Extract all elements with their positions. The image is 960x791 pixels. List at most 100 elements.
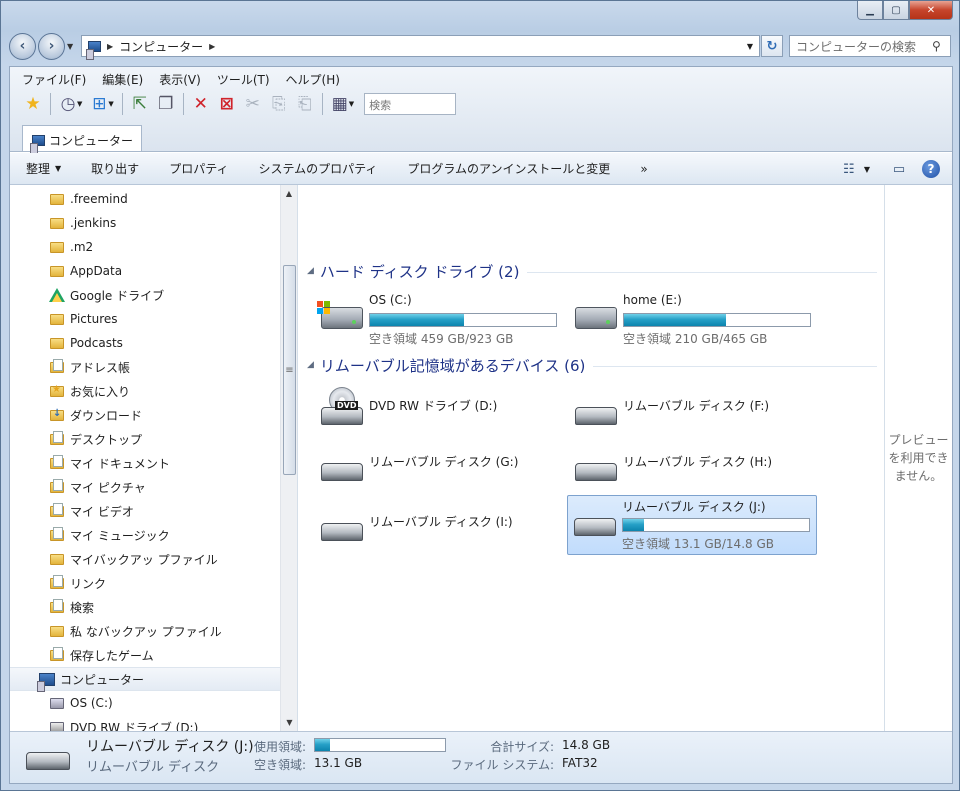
group-header-removable[interactable]: ◢ リムーバブル記憶域があるデバイス (6) (307, 355, 877, 375)
tree-item-label: リンク (70, 576, 107, 591)
minimize-button[interactable]: ▁ (857, 1, 883, 20)
menu-file[interactable]: ファイル(F) (22, 71, 86, 88)
group-header-hard-disks[interactable]: ◢ ハード ディスク ドライブ (2) (307, 261, 877, 281)
preview-pane-button[interactable]: ▭ (886, 157, 912, 181)
nav-scrollbar[interactable]: ▲ ≡ ▼ (280, 185, 297, 731)
menu-edit[interactable]: 編集(E) (102, 71, 143, 88)
drive-g[interactable]: リムーバブル ディスク (G:) (315, 441, 565, 501)
view-mode-dropdown-icon[interactable]: ▼ (349, 100, 354, 108)
videos-folder-icon (48, 502, 66, 519)
pictures-folder-icon (48, 478, 66, 495)
google-drive-icon (48, 287, 66, 303)
back-button[interactable]: ‹ (9, 32, 36, 60)
tree-item-freemind[interactable]: .freemind (48, 187, 297, 211)
delete-button[interactable]: ✕ (188, 91, 214, 117)
tree-item-my-pictures[interactable]: マイ ピクチャ (48, 475, 297, 499)
drive-name: OS (C:) (369, 293, 412, 307)
breadcrumb-arrow-icon[interactable]: ▶ (107, 42, 113, 51)
tree-item-pictures[interactable]: Pictures (48, 307, 297, 331)
organize-button[interactable]: 整理 ▼ (26, 160, 61, 177)
scroll-up-icon[interactable]: ▲ (281, 185, 297, 202)
menu-tools[interactable]: ツール(T) (217, 71, 270, 88)
more-commands-button[interactable]: » (640, 162, 647, 176)
close-button[interactable]: ✕ (909, 1, 953, 20)
tree-item-downloads[interactable]: ダウンロード (48, 403, 297, 427)
tree-item-google-drive[interactable]: Google ドライブ (48, 283, 297, 307)
tree-item-podcasts[interactable]: Podcasts (48, 331, 297, 355)
tree-item-documents[interactable]: マイ ドキュメント (48, 451, 297, 475)
breadcrumb-arrow-icon[interactable]: ▶ (209, 42, 215, 51)
up-level-button[interactable]: ⇱ (127, 91, 153, 117)
scroll-down-icon[interactable]: ▼ (281, 714, 297, 731)
toolbar-search-input[interactable]: 検索 (364, 93, 457, 115)
maximize-button[interactable]: ▢ (883, 1, 909, 20)
collapse-triangle-icon[interactable]: ◢ (307, 360, 314, 370)
tree-item-jenkins[interactable]: .jenkins (48, 211, 297, 235)
address-dropdown-icon[interactable]: ▼ (741, 42, 759, 51)
refresh-button[interactable]: ↻ (761, 35, 783, 57)
drive-d[interactable]: DVD DVD RW ドライブ (D:) (315, 385, 565, 445)
system-properties-button[interactable]: システムのプロパティ (258, 160, 377, 177)
forward-button[interactable]: › (38, 32, 65, 60)
menu-help[interactable]: ヘルプ(H) (286, 71, 340, 88)
tree-item-desktop[interactable]: デスクトップ (48, 427, 297, 451)
tree-item-computer[interactable]: コンピューター (10, 667, 280, 692)
breadcrumb-computer[interactable]: コンピューター (119, 38, 203, 55)
copy-button[interactable]: ⎘ (266, 91, 292, 117)
search-input[interactable]: コンピューターの検索 ⚲ (789, 35, 951, 57)
toolbar-separator (121, 93, 123, 115)
tree-item-dvd-d[interactable]: DVD RW ドライブ (D:) (48, 715, 297, 731)
tree-item-contacts[interactable]: アドレス帳 (48, 355, 297, 379)
uninstall-programs-button[interactable]: プログラムのアンインストールと変更 (407, 160, 610, 177)
paste-button[interactable]: ⎗ (292, 91, 318, 117)
windows-dropdown-icon[interactable]: ▼ (108, 100, 113, 108)
drive-f[interactable]: リムーバブル ディスク (F:) (569, 385, 819, 445)
tree-item-saved-games[interactable]: 保存したゲーム (48, 643, 297, 667)
tree-item-my-videos[interactable]: マイ ビデオ (48, 499, 297, 523)
properties-button[interactable]: プロパティ (169, 160, 228, 177)
tree-item-private-backup-files[interactable]: 私 なバックアッ プファイル (48, 619, 297, 643)
tree-item-my-music[interactable]: マイ ミュージック (48, 523, 297, 547)
up-folder-icon: ⇱ (132, 94, 147, 114)
tree-item-my-backup-files[interactable]: マイバックアッ プファイル (48, 547, 297, 571)
drive-h[interactable]: リムーバブル ディスク (H:) (569, 441, 819, 501)
tree-item-searches[interactable]: 検索 (48, 595, 297, 619)
close-tab-button[interactable]: ⊠ (214, 91, 240, 117)
favorites-star-button[interactable]: ★ (20, 91, 46, 117)
removable-drive-icon (569, 441, 619, 491)
drive-i[interactable]: リムーバブル ディスク (I:) (315, 501, 565, 561)
tree-item-m2[interactable]: .m2 (48, 235, 297, 259)
drive-name: home (E:) (623, 293, 682, 307)
tree-item-links[interactable]: リンク (48, 571, 297, 595)
search-placeholder: コンピューターの検索 (796, 39, 917, 54)
change-view-dropdown-icon[interactable]: ▼ (864, 165, 870, 174)
tree-item-appdata[interactable]: AppData (48, 259, 297, 283)
menu-view[interactable]: 表示(V) (159, 71, 201, 88)
cut-button[interactable]: ✂ (240, 91, 266, 117)
tree-item-label: .jenkins (70, 216, 117, 230)
search-icon[interactable]: ⚲ (932, 39, 950, 53)
usage-bar (623, 313, 811, 327)
tree-item-os-c[interactable]: OS (C:) (48, 691, 297, 715)
drive-c[interactable]: OS (C:) 空き領域 459 GB/923 GB (315, 289, 565, 349)
tree-item-label: マイ ミュージック (70, 528, 170, 543)
drive-name: リムーバブル ディスク (J:) (622, 500, 766, 514)
view-list-icon: ☷ (843, 161, 855, 177)
recent-pages-dropdown[interactable]: ▼ (67, 42, 77, 51)
copy-window-button[interactable]: ❐ (153, 91, 179, 117)
os-drive-icon (48, 695, 66, 711)
properties-label: プロパティ (169, 162, 229, 176)
drive-j[interactable]: リムーバブル ディスク (J:) 空き領域 13.1 GB/14.8 GB (567, 495, 817, 555)
scroll-thumb[interactable]: ≡ (283, 265, 296, 475)
collapse-triangle-icon[interactable]: ◢ (307, 266, 314, 276)
eject-button[interactable]: 取り出す (91, 160, 139, 177)
tree-item-favorites[interactable]: お気に入り (48, 379, 297, 403)
toolbar: ★ ◷ ▼ ⊞ ▼ ⇱ ❐ ✕ ⊠ ✂ ⎘ ⎗ ▦ ▼ 検索 (10, 89, 952, 119)
tab-computer[interactable]: コンピューター (22, 125, 143, 154)
help-button[interactable]: ? (918, 157, 944, 181)
computer-icon (30, 135, 45, 154)
drive-e[interactable]: home (E:) 空き領域 210 GB/465 GB (569, 289, 819, 349)
history-dropdown-icon[interactable]: ▼ (77, 100, 82, 108)
change-view-button[interactable]: ☷ (836, 157, 862, 181)
address-bar[interactable]: ▶ コンピューター ▶ ▼ (81, 35, 760, 60)
